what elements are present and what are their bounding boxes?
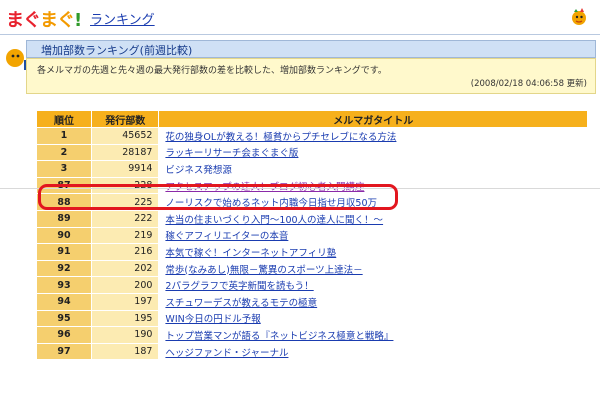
- rank-cell: 3: [36, 160, 92, 178]
- ranking-table: 順位 発行部数 メルマガタイトル 1 45652 花の独身OLが教える！極貧からプチ…: [36, 110, 588, 361]
- title-link[interactable]: トップ営業マンが語る『ネットビジネス極意と戦略』: [158, 326, 588, 344]
- table-row: 89 222 本当の住まいづくり入門～100人の達人に聞く！～: [36, 209, 588, 228]
- site-logo[interactable]: まぐまぐ!: [6, 6, 82, 32]
- section-description: 各メルマガの先週と先々週の最大発行部数の差を比較した、増加部数ランキングです。: [37, 66, 387, 76]
- rank-cell: 89: [36, 209, 92, 228]
- count-cell: 197: [90, 292, 160, 311]
- title-link[interactable]: スチュワーデスが教えるモテの極意: [158, 292, 588, 311]
- rank-cell: 91: [36, 243, 92, 261]
- site-header: まぐまぐ! ランキング: [0, 0, 600, 40]
- table-row: 97 187 ヘッジファンド・ジャーナル: [36, 342, 588, 361]
- count-cell: 45652: [90, 127, 160, 145]
- title-link[interactable]: ヘッジファンド・ジャーナル: [158, 342, 588, 361]
- title-link[interactable]: 稼ぐアフィリエイターの本音: [158, 226, 588, 245]
- table-row: 96 190 トップ営業マンが語る『ネットビジネス極意と戦略』: [36, 326, 588, 344]
- title-link[interactable]: 本気で稼ぐ！インターネットアフィリ塾: [158, 243, 588, 261]
- title-link[interactable]: WIN今日の円ドル予報: [158, 309, 588, 328]
- count-cell: 9914: [90, 160, 160, 178]
- title-link[interactable]: 花の独身OLが教える！極貧からプチセレブになる方法: [158, 127, 588, 145]
- count-cell: 202: [90, 259, 160, 278]
- rank-cell: 95: [36, 309, 92, 328]
- highlight-circle: [38, 184, 398, 210]
- count-cell: 222: [90, 209, 160, 228]
- table-row: 90 219 稼ぐアフィリエイターの本音: [36, 226, 588, 245]
- col-title-header: メルマガタイトル: [158, 110, 588, 128]
- title-link[interactable]: ビジネス発想源: [158, 160, 588, 178]
- count-cell: 200: [90, 276, 160, 294]
- rank-cell: 93: [36, 276, 92, 294]
- rank-cell: 96: [36, 326, 92, 344]
- count-cell: 190: [90, 326, 160, 344]
- col-rank-header: 順位: [36, 110, 92, 128]
- count-cell: 195: [90, 309, 160, 328]
- table-row: 94 197 スチュワーデスが教えるモテの極意: [36, 292, 588, 311]
- table-row: 1 45652 花の独身OLが教える！極貧からプチセレブになる方法: [36, 127, 588, 145]
- mascot-icon: [572, 8, 586, 25]
- rank-cell: 94: [36, 292, 92, 311]
- section-title-bar: 増加部数ランキング(前週比較): [26, 40, 596, 58]
- table-row: 2 28187 ラッキーリサーチ会まぐまぐ版: [36, 143, 588, 162]
- rank-cell: 97: [36, 342, 92, 361]
- section-description-box: 各メルマガの先週と先々週の最大発行部数の差を比較した、増加部数ランキングです。 …: [26, 58, 596, 94]
- logo-part-2: まぐ: [40, 10, 75, 31]
- rank-cell: 92: [36, 259, 92, 278]
- count-cell: 219: [90, 226, 160, 245]
- col-count-header: 発行部数: [90, 110, 160, 128]
- ranking-link[interactable]: ランキング: [90, 9, 155, 28]
- title-link[interactable]: ラッキーリサーチ会まぐまぐ版: [158, 143, 588, 162]
- rank-cell: 1: [36, 127, 92, 145]
- table-row: 95 195 WIN今日の円ドル予報: [36, 309, 588, 328]
- count-cell: 187: [90, 342, 160, 361]
- table-row: 92 202 常歩(なみあし)無限－驚異のスポーツ上達法－: [36, 259, 588, 278]
- table-row: 3 9914 ビジネス発想源: [36, 160, 588, 178]
- table-row: 93 200 2パラグラフで英字新聞を読もう！: [36, 276, 588, 294]
- title-link[interactable]: 本当の住まいづくり入門～100人の達人に聞く！～: [158, 209, 588, 228]
- title-link[interactable]: 2パラグラフで英字新聞を読もう！: [158, 276, 588, 294]
- count-cell: 216: [90, 243, 160, 261]
- updated-timestamp: (2008/02/18 04:06:58 更新): [470, 79, 587, 89]
- table-header-row: 順位 発行部数 メルマガタイトル: [36, 110, 588, 128]
- logo-part-3: !: [74, 10, 82, 31]
- header-divider: [0, 34, 600, 35]
- rank-cell: 2: [36, 143, 92, 162]
- title-link[interactable]: 常歩(なみあし)無限－驚異のスポーツ上達法－: [158, 259, 588, 278]
- ranking-section-header: 増加部数ランキング(前週比較) 各メルマガの先週と先々週の最大発行部数の差を比較…: [0, 38, 600, 98]
- count-cell: 28187: [90, 143, 160, 162]
- section-title: 増加部数ランキング(前週比較): [41, 44, 193, 57]
- rank-cell: 90: [36, 226, 92, 245]
- logo-part-1: まぐ: [6, 10, 41, 31]
- table-row: 91 216 本気で稼ぐ！インターネットアフィリ塾: [36, 243, 588, 261]
